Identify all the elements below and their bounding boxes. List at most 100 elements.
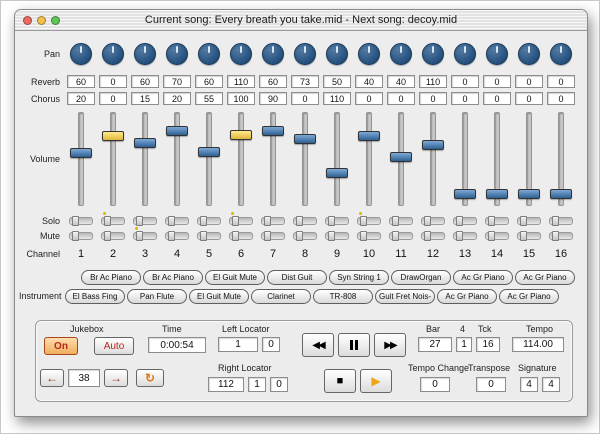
volume-slider-ch13[interactable]	[454, 112, 476, 206]
reverb-value-ch4[interactable]: 70	[163, 75, 191, 88]
reverb-value-ch8[interactable]: 73	[291, 75, 319, 88]
volume-handle-ch5[interactable]	[198, 147, 220, 157]
mute-toggle-ch11[interactable]	[389, 230, 413, 241]
right-locator-beat-field[interactable]: 1	[248, 377, 266, 392]
volume-slider-ch6[interactable]	[230, 112, 252, 206]
solo-toggle-ch11[interactable]	[389, 215, 413, 226]
solo-toggle-ch12[interactable]	[421, 215, 445, 226]
next-song-button[interactable]: →	[104, 369, 128, 387]
volume-slider-ch9[interactable]	[326, 112, 348, 206]
reverb-value-ch11[interactable]: 40	[387, 75, 415, 88]
pan-knob-ch12[interactable]	[422, 43, 444, 65]
volume-slider-ch3[interactable]	[134, 112, 156, 206]
volume-handle-ch9[interactable]	[326, 168, 348, 178]
pan-knob-ch2[interactable]	[102, 43, 124, 65]
solo-toggle-ch16[interactable]	[549, 215, 573, 226]
mute-toggle-ch12[interactable]	[421, 230, 445, 241]
reverb-value-ch12[interactable]: 110	[419, 75, 447, 88]
instrument-button-row2-3[interactable]: El Guit Mute	[189, 288, 249, 304]
jukebox-auto-button[interactable]: Auto	[94, 337, 134, 355]
rewind-button[interactable]: ◀◀	[302, 333, 334, 357]
reverb-value-ch5[interactable]: 60	[195, 75, 223, 88]
pan-knob-ch8[interactable]	[294, 43, 316, 65]
volume-slider-ch8[interactable]	[294, 112, 316, 206]
mute-toggle-ch15[interactable]	[517, 230, 541, 241]
mute-toggle-ch6[interactable]	[229, 230, 253, 241]
pan-knob-ch3[interactable]	[134, 43, 156, 65]
volume-handle-ch16[interactable]	[550, 189, 572, 199]
reverb-value-ch7[interactable]: 60	[259, 75, 287, 88]
pan-knob-ch5[interactable]	[198, 43, 220, 65]
solo-toggle-ch13[interactable]	[453, 215, 477, 226]
pan-knob-ch1[interactable]	[70, 43, 92, 65]
solo-toggle-ch9[interactable]	[325, 215, 349, 226]
chorus-value-ch12[interactable]: 0	[419, 92, 447, 105]
volume-slider-ch10[interactable]	[358, 112, 380, 206]
pan-knob-ch10[interactable]	[358, 43, 380, 65]
instrument-button-row2-1[interactable]: El Bass Fing	[65, 288, 125, 304]
pause-button[interactable]	[338, 333, 370, 357]
volume-slider-ch14[interactable]	[486, 112, 508, 206]
instrument-button-row1-8[interactable]: Ac Gr Piano	[515, 269, 575, 285]
pan-knob-ch11[interactable]	[390, 43, 412, 65]
instrument-button-row1-6[interactable]: DrawOrgan	[391, 269, 451, 285]
volume-handle-ch13[interactable]	[454, 189, 476, 199]
mute-toggle-ch13[interactable]	[453, 230, 477, 241]
instrument-button-row1-7[interactable]: Ac Gr Piano	[453, 269, 513, 285]
instrument-button-row1-3[interactable]: El Guit Mute	[205, 269, 265, 285]
chorus-value-ch6[interactable]: 100	[227, 92, 255, 105]
volume-slider-ch5[interactable]	[198, 112, 220, 206]
chorus-value-ch7[interactable]: 90	[259, 92, 287, 105]
solo-toggle-ch10[interactable]	[357, 211, 381, 226]
chorus-value-ch10[interactable]: 0	[355, 92, 383, 105]
chorus-value-ch11[interactable]: 0	[387, 92, 415, 105]
reverb-value-ch16[interactable]: 0	[547, 75, 575, 88]
instrument-button-row2-6[interactable]: Guit Fret Nois-	[375, 288, 435, 304]
volume-handle-ch10[interactable]	[358, 131, 380, 141]
instrument-button-row2-7[interactable]: Ac Gr Piano	[437, 288, 497, 304]
volume-handle-ch3[interactable]	[134, 138, 156, 148]
left-locator-tick-field[interactable]: 0	[262, 337, 280, 352]
reverb-value-ch1[interactable]: 60	[67, 75, 95, 88]
solo-toggle-ch6[interactable]	[229, 211, 253, 226]
zoom-button[interactable]	[51, 16, 60, 25]
volume-handle-ch15[interactable]	[518, 189, 540, 199]
stop-button[interactable]: ■	[324, 369, 356, 393]
mute-toggle-ch4[interactable]	[165, 230, 189, 241]
mute-toggle-ch3[interactable]	[133, 226, 157, 241]
volume-slider-ch1[interactable]	[70, 112, 92, 206]
mute-toggle-ch7[interactable]	[261, 230, 285, 241]
instrument-button-row2-2[interactable]: Pan Flute	[127, 288, 187, 304]
right-locator-bar-field[interactable]: 112	[208, 377, 244, 392]
chorus-value-ch15[interactable]: 0	[515, 92, 543, 105]
instrument-button-row1-1[interactable]: Br Ac Piano	[81, 269, 141, 285]
chorus-value-ch3[interactable]: 15	[131, 92, 159, 105]
solo-toggle-ch8[interactable]	[293, 215, 317, 226]
instrument-button-row1-4[interactable]: Dist Guit	[267, 269, 327, 285]
volume-handle-ch7[interactable]	[262, 126, 284, 136]
solo-toggle-ch14[interactable]	[485, 215, 509, 226]
chorus-value-ch13[interactable]: 0	[451, 92, 479, 105]
right-locator-tick-field[interactable]: 0	[270, 377, 288, 392]
volume-handle-ch6[interactable]	[230, 130, 252, 140]
volume-handle-ch14[interactable]	[486, 189, 508, 199]
left-locator-bar-field[interactable]: 1	[218, 337, 258, 352]
instrument-button-row2-4[interactable]: Clarinet	[251, 288, 311, 304]
reverb-value-ch15[interactable]: 0	[515, 75, 543, 88]
reverb-value-ch6[interactable]: 110	[227, 75, 255, 88]
song-number-field[interactable]: 38	[68, 369, 100, 387]
chorus-value-ch14[interactable]: 0	[483, 92, 511, 105]
pan-knob-ch4[interactable]	[166, 43, 188, 65]
tempo-change-field[interactable]: 0	[420, 377, 450, 392]
volume-handle-ch8[interactable]	[294, 134, 316, 144]
chorus-value-ch5[interactable]: 55	[195, 92, 223, 105]
volume-slider-ch16[interactable]	[550, 112, 572, 206]
volume-slider-ch4[interactable]	[166, 112, 188, 206]
solo-toggle-ch3[interactable]	[133, 215, 157, 226]
volume-slider-ch2[interactable]	[102, 112, 124, 206]
chorus-value-ch2[interactable]: 0	[99, 92, 127, 105]
pan-knob-ch16[interactable]	[550, 43, 572, 65]
reverb-value-ch9[interactable]: 50	[323, 75, 351, 88]
instrument-button-row2-5[interactable]: TR-808	[313, 288, 373, 304]
mute-toggle-ch1[interactable]	[69, 230, 93, 241]
